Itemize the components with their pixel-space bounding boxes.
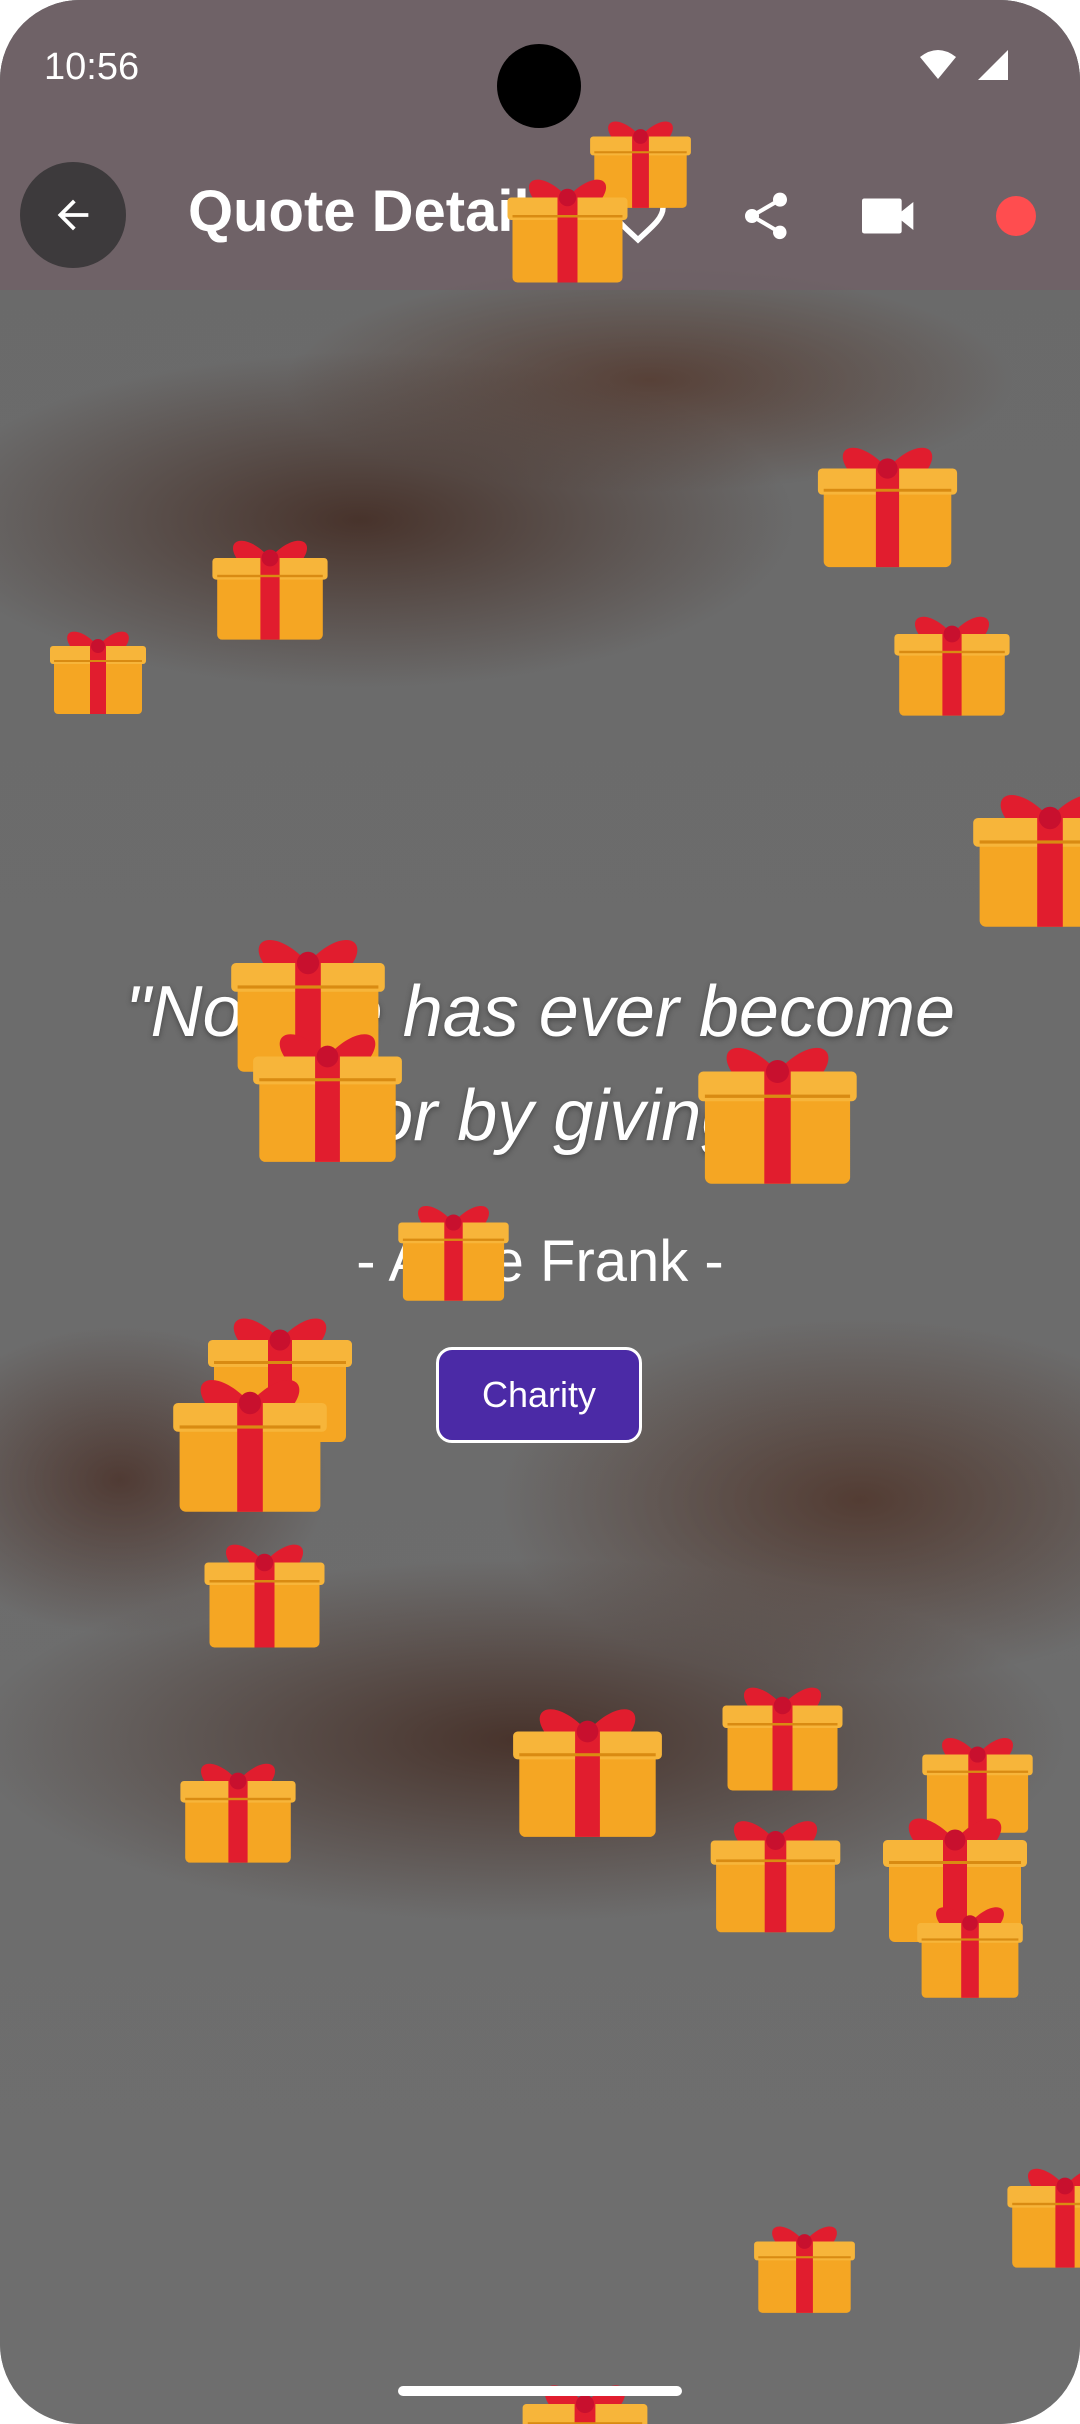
gift-box-icon — [817, 447, 958, 568]
status-time: 10:56 — [44, 46, 140, 88]
video-button[interactable] — [842, 168, 938, 264]
gift-box-icon — [1007, 2168, 1080, 2268]
gift-box-icon — [973, 795, 1080, 927]
gift-box-icon — [398, 1206, 509, 1301]
record-dot-icon — [996, 196, 1036, 236]
gift-box-icon — [513, 1709, 662, 1837]
wifi-icon — [920, 50, 956, 79]
camera-cutout — [497, 44, 581, 128]
gift-box-icon — [204, 1544, 325, 1648]
quote-text: "No one has ever become poor by giving." — [124, 972, 956, 1156]
gift-box-icon — [173, 1380, 327, 1512]
status-bar: 10:56 — [0, 0, 1080, 140]
back-button[interactable] — [20, 162, 126, 268]
gift-box-icon — [722, 1687, 843, 1791]
status-icons — [918, 48, 1010, 82]
tag-chip-charity[interactable]: Charity — [436, 1347, 642, 1443]
gift-box-icon — [698, 1047, 857, 1184]
gift-box-icon — [212, 540, 328, 640]
video-camera-icon — [862, 198, 914, 234]
page-title: Quote Detail — [188, 179, 530, 244]
cellular-signal-icon — [978, 50, 1008, 80]
quote-author: - Anne Frank - — [356, 1229, 724, 1294]
background-photo — [0, 0, 1080, 2424]
gift-box-icon — [507, 179, 628, 283]
gift-box-icon — [180, 1763, 296, 1863]
share-button[interactable] — [718, 168, 814, 264]
gift-box-icon — [253, 1034, 402, 1162]
gift-box-icon — [917, 1907, 1023, 1998]
gift-box-icon — [710, 1821, 841, 1933]
gift-box-icon — [50, 631, 146, 714]
gift-box-icon — [894, 616, 1010, 716]
home-indicator[interactable] — [398, 2386, 682, 2396]
screen: 10:56 Quote Detail "No one has ever beco… — [0, 0, 1080, 2424]
record-button[interactable] — [968, 168, 1064, 264]
arrow-back-icon — [57, 199, 89, 231]
gift-box-icon — [754, 2226, 855, 2313]
share-icon — [745, 192, 787, 240]
